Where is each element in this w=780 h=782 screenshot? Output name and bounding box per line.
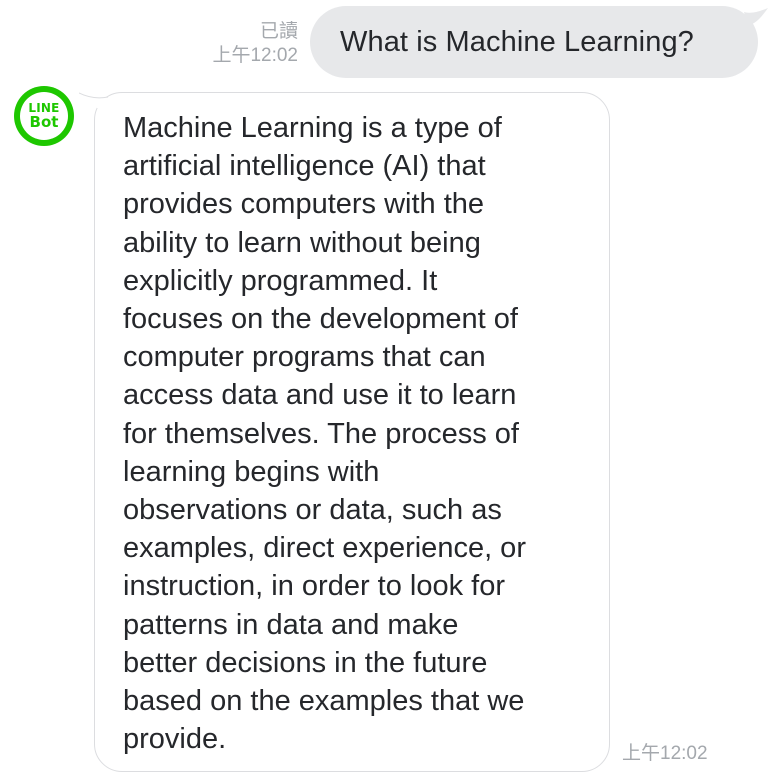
bot-avatar[interactable]: LINE Bot	[14, 86, 74, 146]
outgoing-message-meta: 已讀 上午12:02	[212, 20, 298, 68]
incoming-timestamp: 上午12:02	[622, 743, 708, 764]
incoming-bubble-tail	[79, 92, 109, 113]
read-status: 已讀	[259, 21, 298, 42]
outgoing-message-text: What is Machine Learning?	[340, 25, 694, 58]
incoming-message-bubble[interactable]: Machine Learning is a type of artificial…	[79, 92, 610, 772]
avatar-label-bot: Bot	[29, 113, 59, 131]
outgoing-bubble-tail	[744, 8, 768, 26]
incoming-message-text: Machine Learning is a type of artificial…	[123, 112, 526, 756]
line-bot-avatar-icon: LINE Bot	[20, 92, 68, 140]
chat-view: 已讀 上午12:02 What is Machine Learning? LIN…	[0, 0, 780, 782]
outgoing-timestamp: 上午12:02	[212, 45, 298, 66]
outgoing-message-bubble[interactable]: What is Machine Learning?	[310, 6, 768, 78]
